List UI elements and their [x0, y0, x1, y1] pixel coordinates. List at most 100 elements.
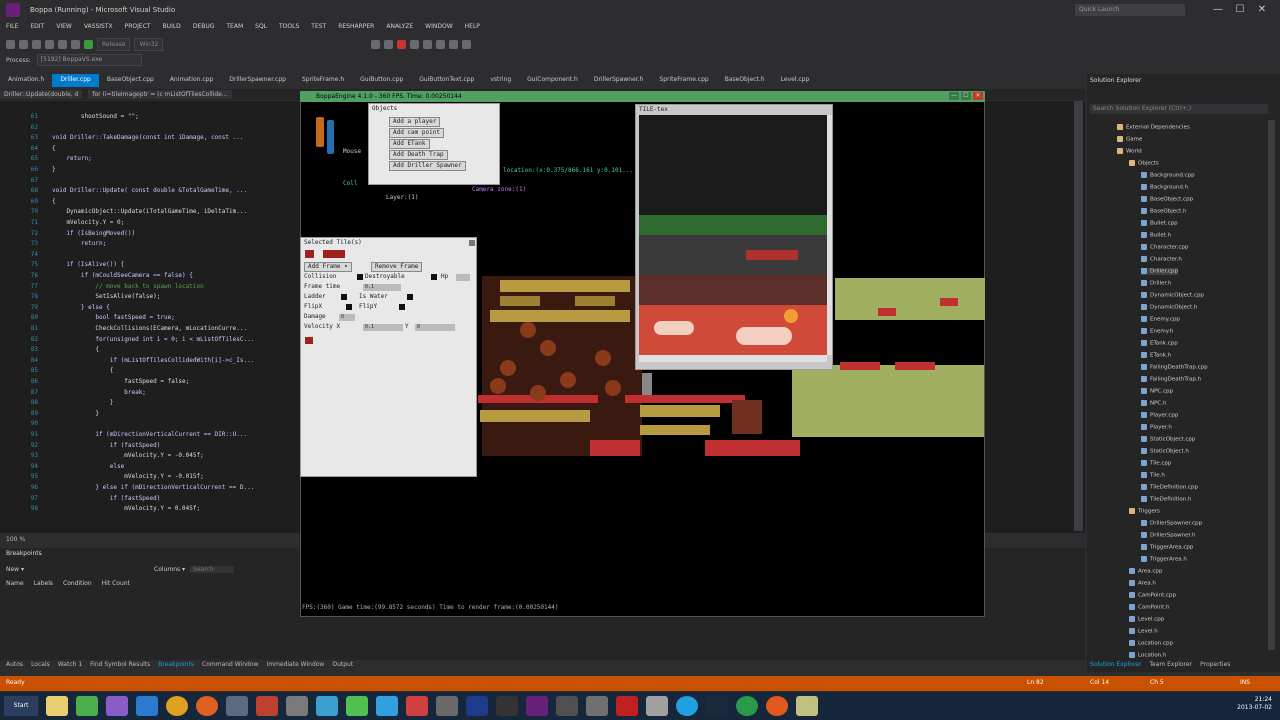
network-icon[interactable]	[226, 696, 248, 716]
game-window-task-icon[interactable]	[796, 696, 818, 716]
doc-tab[interactable]: Driller.cpp	[52, 74, 99, 87]
game-close-button[interactable]: ✕	[973, 92, 983, 100]
solution-tree-item[interactable]: External Dependencies	[1117, 124, 1190, 131]
bottom-tab[interactable]: Immediate Window	[266, 661, 324, 672]
photoshop-icon[interactable]	[466, 696, 488, 716]
velocity-x-field[interactable]: 0.1	[363, 324, 403, 331]
code-line[interactable]: mVelocity.Y = -0.045f;	[52, 452, 203, 459]
solution-tree-item[interactable]: ETank.h	[1141, 352, 1171, 359]
process-select[interactable]: [5192] BoppaVS.exe	[36, 54, 142, 66]
doc-tab[interactable]: SpriteFrame.cpp	[651, 74, 716, 87]
solution-tree-item[interactable]: Level.cpp	[1129, 616, 1164, 623]
object-add-button[interactable]: Add a player	[389, 117, 441, 127]
doc-tab[interactable]: BaseObject.cpp	[99, 74, 162, 87]
code-line[interactable]: break;	[52, 389, 146, 396]
level-tile[interactable]	[640, 425, 710, 435]
level-tile[interactable]	[490, 310, 560, 322]
level-tile[interactable]	[792, 365, 984, 437]
code-line[interactable]: {	[52, 145, 56, 152]
step-out-icon[interactable]	[462, 39, 472, 49]
code-line[interactable]: if (mCouldSeeCamera == false) {	[52, 272, 193, 279]
code-line[interactable]: void Driller::TakeDamage(const int iDama…	[52, 134, 243, 141]
tileset-dark-row[interactable]	[639, 275, 827, 305]
code-line[interactable]: void Driller::Update( const double &Tota…	[52, 187, 247, 194]
level-tile[interactable]	[732, 400, 762, 434]
solution-tree-item[interactable]: BaseObject.cpp	[1141, 196, 1193, 203]
bottom-tab[interactable]: Output	[332, 661, 353, 672]
code-line[interactable]: fastSpeed = false;	[52, 378, 189, 385]
triangle-app-icon[interactable]	[406, 696, 428, 716]
doc-tab[interactable]: GuiButtonText.cpp	[411, 74, 482, 87]
breakpoint-column-header[interactable]: Name	[6, 580, 24, 587]
level-tile[interactable]	[940, 298, 958, 306]
menu-item-test[interactable]: TEST	[305, 20, 332, 34]
menu-item-team[interactable]: TEAM	[220, 20, 249, 34]
solution-tree-item[interactable]: TriggerArea.h	[1141, 556, 1187, 563]
code-line[interactable]: {	[52, 198, 56, 205]
level-tile[interactable]	[878, 308, 896, 316]
save-all-icon[interactable]	[45, 39, 54, 49]
solution-tree-item[interactable]: Tile.cpp	[1141, 460, 1171, 467]
level-tile[interactable]	[480, 410, 590, 422]
menu-item-tools[interactable]: TOOLS	[273, 20, 305, 34]
code-line[interactable]: if (fastSpeed)	[52, 495, 161, 502]
solution-tree-item[interactable]: Bullet.cpp	[1141, 220, 1178, 227]
doc-tab[interactable]: GuiComponent.h	[519, 74, 586, 87]
tileset-vscrollbar[interactable]	[827, 115, 832, 355]
code-line[interactable]: {	[52, 346, 99, 353]
solution-tree-item[interactable]: Character.cpp	[1141, 244, 1188, 251]
bottom-tab[interactable]: Autos	[6, 661, 23, 672]
code-line[interactable]: shootSound = "";	[52, 113, 139, 120]
solution-tree-item[interactable]: Driller.cpp	[1141, 268, 1178, 275]
breakpoint-column-header[interactable]: Labels	[34, 580, 53, 587]
tex-app-icon[interactable]	[346, 696, 368, 716]
level-tile[interactable]	[895, 362, 935, 370]
menu-item-edit[interactable]: EDIT	[24, 20, 50, 34]
skype-icon[interactable]	[676, 696, 698, 716]
doc-tab[interactable]: Animation.h	[0, 74, 52, 87]
breakpoints-search-input[interactable]: Search	[190, 566, 234, 573]
solution-tree-item[interactable]: Triggers	[1129, 508, 1160, 515]
continue-icon[interactable]	[84, 39, 93, 49]
menu-item-file[interactable]: FILE	[0, 20, 24, 34]
code-line[interactable]: if (IsAlive()) {	[52, 261, 124, 268]
doc-tab[interactable]: Level.cpp	[773, 74, 818, 87]
level-tile[interactable]	[590, 440, 640, 456]
flipx-checkbox[interactable]	[346, 304, 352, 310]
is-water-checkbox[interactable]	[407, 294, 413, 300]
remove-frame-button[interactable]: Remove Frame	[371, 262, 423, 272]
solution-tree-item[interactable]: CamPoint.h	[1129, 604, 1169, 611]
bottom-tab[interactable]: Locals	[31, 661, 50, 672]
bottom-tab[interactable]: Command Window	[202, 661, 258, 672]
code-line[interactable]: if (mListOfTilesCollidedWith[i]->c_Is...	[52, 357, 255, 364]
pause-icon[interactable]	[384, 39, 394, 49]
filezilla-icon[interactable]	[616, 696, 638, 716]
solution-tree-item[interactable]: World	[1117, 148, 1142, 155]
solution-tree-item[interactable]: DrillerSpawner.h	[1141, 532, 1195, 539]
solution-tree-item[interactable]: StaticObject.cpp	[1141, 436, 1195, 443]
stop-icon[interactable]	[397, 39, 407, 49]
game-maximize-button[interactable]: ☐	[961, 92, 971, 100]
maximize-button[interactable]: ☐	[1232, 3, 1248, 17]
code-line[interactable]: }	[52, 166, 56, 173]
flipy-checkbox[interactable]	[399, 304, 405, 310]
solution-tree-item[interactable]: StaticObject.h	[1141, 448, 1189, 455]
code-line[interactable]: for(unsigned int i = 0; i < mListOfTiles…	[52, 336, 254, 343]
tileset-blocks-row[interactable]	[639, 235, 827, 275]
object-add-button[interactable]: Add Driller Spawner	[389, 161, 466, 171]
utorrent-icon[interactable]	[736, 696, 758, 716]
find-icon[interactable]	[371, 39, 381, 49]
chat-app-icon[interactable]	[76, 696, 98, 716]
frame-time-field[interactable]: 0.1	[363, 284, 401, 291]
tileset-grass-row[interactable]	[639, 215, 827, 235]
redo-icon[interactable]	[71, 39, 80, 49]
code-line[interactable]: {	[52, 367, 114, 374]
quick-launch-input[interactable]: Quick Launch	[1075, 4, 1185, 16]
solution-tree-item[interactable]: Character.h	[1141, 256, 1182, 263]
solution-tree-item[interactable]: DynamicObject.h	[1141, 304, 1197, 311]
solution-tree-item[interactable]: FallingDeathTrap.cpp	[1141, 364, 1208, 371]
ft-app-icon[interactable]	[496, 696, 518, 716]
solution-bottom-tab[interactable]: Properties	[1200, 661, 1230, 668]
destroyable-checkbox[interactable]	[431, 274, 437, 280]
undo-icon[interactable]	[58, 39, 67, 49]
